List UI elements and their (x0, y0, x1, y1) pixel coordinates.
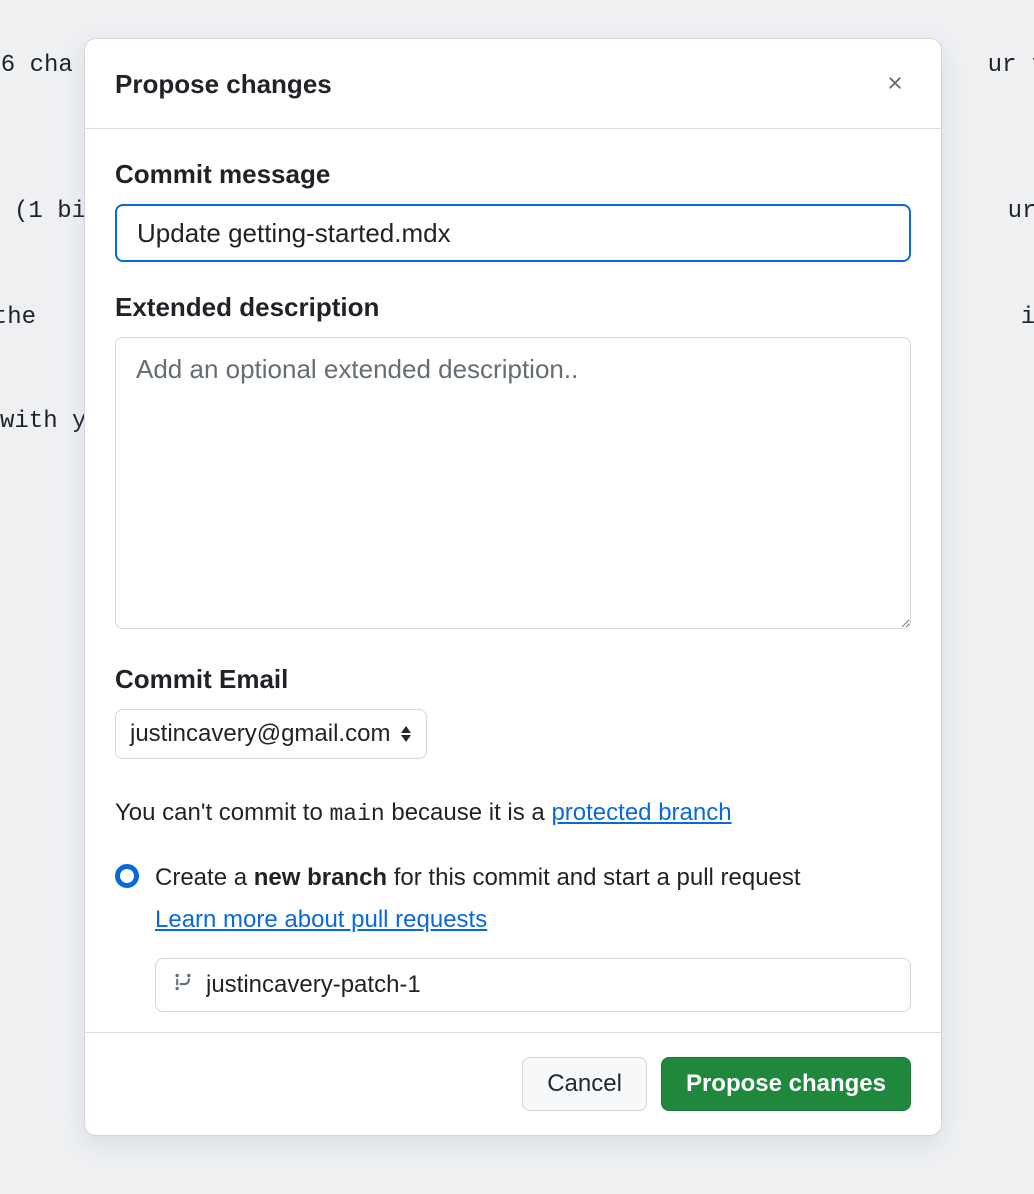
commit-email-label: Commit Email (115, 664, 911, 695)
branch-name-mono: main (329, 801, 384, 827)
branch-name-input[interactable] (206, 971, 894, 999)
commit-message-label: Commit message (115, 159, 911, 190)
commit-email-select[interactable]: justincavery@gmail.com (115, 709, 427, 759)
protected-branch-link[interactable]: protected branch (551, 799, 731, 826)
close-icon (885, 73, 905, 96)
learn-more-link[interactable]: Learn more about pull requests (155, 902, 801, 938)
cancel-button[interactable]: Cancel (522, 1057, 647, 1111)
background-text: o 6 cha (0, 52, 73, 79)
background-text: in. (1021, 304, 1034, 331)
background-text: ur tok (988, 52, 1034, 79)
propose-changes-modal: Propose changes Commit message Extended … (84, 38, 942, 1136)
propose-changes-button[interactable]: Propose changes (661, 1057, 911, 1111)
branch-name-field[interactable] (155, 958, 911, 1012)
protected-branch-notice: You can't commit to main because it is a… (115, 795, 911, 832)
modal-body: Commit message Extended description Comm… (85, 129, 941, 1032)
modal-footer: Cancel Propose changes (85, 1032, 941, 1135)
create-branch-label: Create a new branch for this commit and … (155, 860, 801, 938)
commit-email-value: justincavery@gmail.com (130, 720, 390, 748)
close-button[interactable] (879, 67, 911, 102)
background-text: k the (0, 304, 36, 331)
modal-title: Propose changes (115, 69, 332, 100)
modal-header: Propose changes (85, 39, 941, 129)
select-updown-icon (400, 726, 412, 742)
extended-description-label: Extended description (115, 292, 911, 323)
background-text: urse y (1008, 198, 1034, 225)
radio-selected-icon[interactable] (115, 864, 139, 888)
create-branch-option[interactable]: Create a new branch for this commit and … (115, 860, 911, 938)
commit-message-input[interactable] (115, 204, 911, 262)
extended-description-textarea[interactable] (115, 337, 911, 629)
git-branch-icon (172, 971, 194, 998)
background-text: (1 bi (14, 198, 86, 225)
